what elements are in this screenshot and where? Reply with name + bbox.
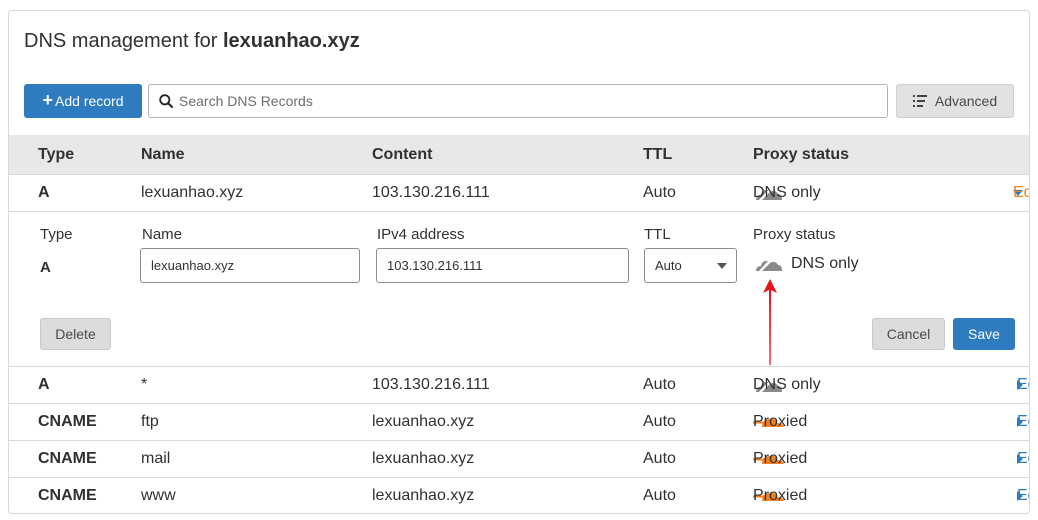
- table-row[interactable]: A lexuanhao.xyz 103.130.216.111 Auto DNS…: [9, 175, 1029, 212]
- edit-label: Edit: [1017, 413, 1029, 430]
- row-ttl: Auto: [643, 376, 676, 393]
- row-content: 103.130.216.111: [372, 184, 490, 201]
- table-row[interactable]: CNAME mail lexuanhao.xyz Auto Proxied Ed…: [9, 441, 1029, 478]
- edit-label: Edit: [1017, 376, 1029, 393]
- row-type: CNAME: [38, 450, 97, 467]
- table-row[interactable]: CNAME ftp lexuanhao.xyz Auto Proxied Edi…: [9, 404, 1029, 441]
- ipv4-input[interactable]: [376, 248, 629, 283]
- delete-button[interactable]: Delete: [40, 318, 111, 350]
- page-title: DNS management for lexuanhao.xyz: [24, 30, 360, 53]
- editor-name-label: Name: [142, 226, 183, 243]
- name-input[interactable]: lexuanhao.xyz: [140, 248, 360, 283]
- add-record-label: Add record: [55, 93, 124, 109]
- editor-type-label: Type: [40, 226, 73, 243]
- edit-link[interactable]: Edit: [1017, 450, 1029, 467]
- chevron-down-icon: [717, 263, 727, 269]
- editor-ipv4-label: IPv4 address: [377, 226, 465, 243]
- row-name: mail: [141, 450, 171, 467]
- annotation-arrow-icon: [763, 279, 777, 365]
- table-row[interactable]: A * 103.130.216.111 Auto DNS only Edit: [9, 367, 1029, 404]
- row-proxy-status: Proxied: [753, 450, 807, 467]
- title-domain: lexuanhao.xyz: [222, 30, 360, 52]
- row-content: 103.130.216.111: [372, 376, 490, 393]
- edit-label: Edit: [1017, 450, 1029, 467]
- editor-type-value: A: [40, 259, 51, 276]
- add-record-button[interactable]: + Add record: [24, 84, 142, 118]
- proxy-status-label: Proxied: [753, 487, 808, 504]
- row-proxy-status: DNS only: [753, 376, 821, 394]
- ttl-select-value: Auto: [655, 258, 682, 273]
- proxy-status-label: DNS only: [753, 184, 821, 201]
- row-type: A: [38, 184, 50, 201]
- row-type: CNAME: [38, 413, 97, 430]
- row-content: lexuanhao.xyz: [372, 450, 475, 467]
- plus-icon: +: [42, 90, 54, 110]
- ttl-select[interactable]: Auto: [644, 248, 737, 283]
- proxy-toggle-label: DNS only: [791, 255, 859, 272]
- search-input[interactable]: [179, 93, 859, 109]
- row-name: ftp: [141, 413, 159, 430]
- dns-management-card: DNS management for lexuanhao.xyz + Add re…: [8, 10, 1030, 514]
- row-name: *: [141, 376, 148, 393]
- header-content: Content: [372, 145, 433, 163]
- row-ttl: Auto: [643, 487, 676, 504]
- edit-label: Edit: [1013, 184, 1029, 201]
- row-content: lexuanhao.xyz: [372, 487, 475, 504]
- proxy-status-label: Proxied: [753, 413, 808, 430]
- proxy-status-label: DNS only: [753, 376, 821, 393]
- header-proxy-status: Proxy status: [753, 145, 850, 163]
- proxy-toggle[interactable]: DNS only: [753, 255, 859, 273]
- row-proxy-status: Proxied: [753, 487, 807, 504]
- header-name: Name: [141, 145, 185, 163]
- edit-link[interactable]: Edit: [1017, 413, 1029, 430]
- title-prefix: DNS management for: [24, 30, 223, 52]
- row-name: lexuanhao.xyz: [141, 184, 244, 201]
- table-header: Type Name Content TTL Proxy status: [9, 135, 1029, 175]
- header-ttl: TTL: [643, 145, 673, 163]
- search-icon: [159, 94, 173, 108]
- advanced-label: Advanced: [934, 93, 998, 109]
- list-icon: [912, 95, 927, 107]
- save-button[interactable]: Save: [953, 318, 1015, 350]
- header-type: Type: [38, 145, 75, 163]
- row-type: CNAME: [38, 487, 97, 504]
- edit-link[interactable]: Edit: [1017, 487, 1029, 504]
- row-proxy-status: Proxied: [753, 413, 807, 430]
- row-ttl: Auto: [643, 450, 676, 467]
- row-ttl: Auto: [643, 413, 676, 430]
- editor-ttl-label: TTL: [644, 226, 671, 243]
- advanced-button[interactable]: Advanced: [896, 84, 1014, 118]
- row-type: A: [38, 376, 50, 393]
- dns-only-cloud-icon: [756, 260, 782, 271]
- edit-link[interactable]: Edit: [1017, 376, 1029, 393]
- edit-label: Edit: [1017, 487, 1029, 504]
- edit-link[interactable]: Edit: [1013, 184, 1029, 201]
- cancel-button[interactable]: Cancel: [872, 318, 945, 350]
- editor-proxy-label: Proxy status: [753, 226, 836, 243]
- proxy-status-label: Proxied: [753, 450, 808, 467]
- row-ttl: Auto: [643, 184, 676, 201]
- record-editor: Type Name IPv4 address TTL Proxy status …: [9, 212, 1029, 367]
- row-content: lexuanhao.xyz: [372, 413, 475, 430]
- table-row[interactable]: CNAME www lexuanhao.xyz Auto Proxied Edi…: [9, 478, 1029, 513]
- row-proxy-status: DNS only: [753, 184, 821, 202]
- row-name: www: [141, 487, 176, 504]
- search-box[interactable]: [148, 84, 888, 118]
